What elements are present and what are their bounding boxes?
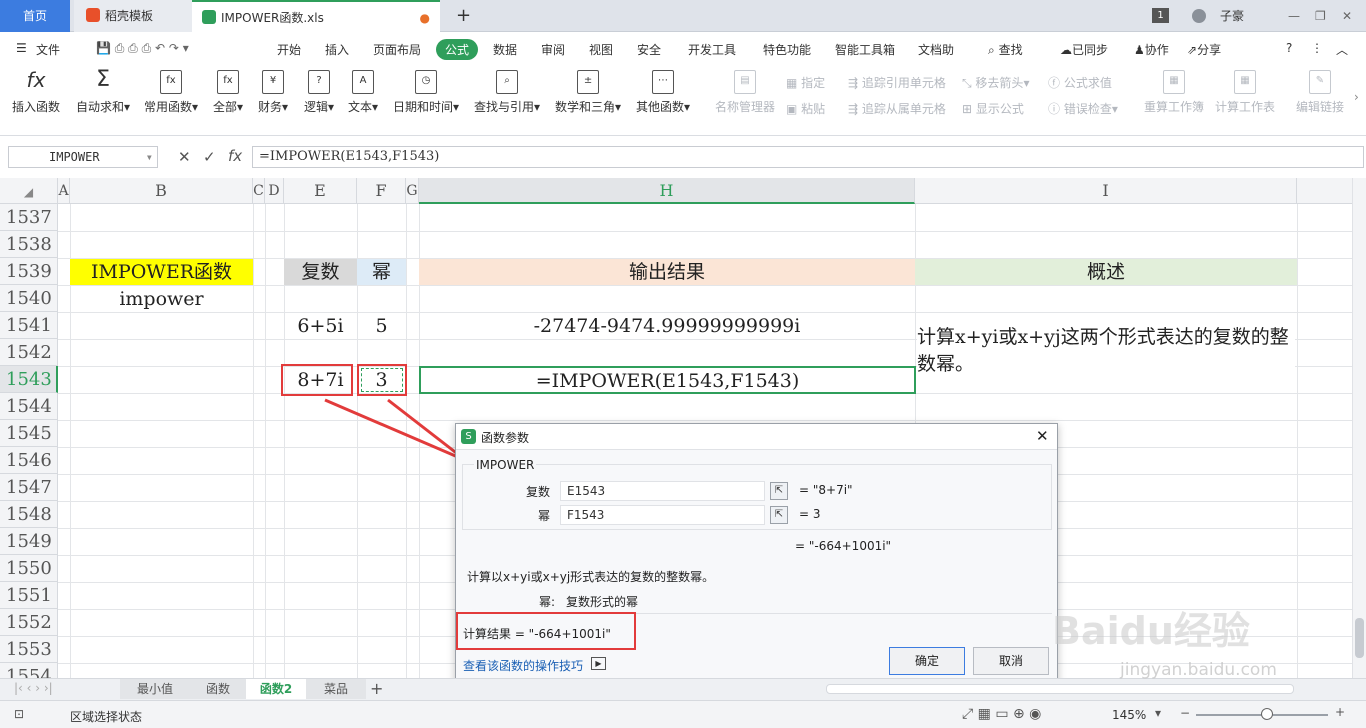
wps-logo-icon: S — [461, 429, 476, 444]
watermark-logo: Baidu经验 — [1052, 609, 1250, 653]
param-label: 幂: — [539, 595, 556, 609]
video-icon[interactable]: ▶ — [591, 657, 606, 670]
zoom-slider-handle[interactable] — [1261, 708, 1273, 720]
sheet-tab-function2[interactable]: 函数2 — [246, 679, 306, 699]
watermark-url: jingyan.baidu.com — [1120, 660, 1277, 680]
sheet-tab-min[interactable]: 最小值 — [120, 679, 190, 699]
zoom-out-icon[interactable]: ▾ — [1155, 706, 1161, 720]
sheet-tab-function[interactable]: 函数 — [190, 679, 246, 699]
arg1-label: 复数 — [526, 485, 551, 499]
add-sheet-button[interactable]: + — [370, 679, 383, 698]
ok-button[interactable]: 确定 — [889, 647, 965, 675]
close-icon[interactable]: ✕ — [1036, 427, 1049, 445]
dialog-titlebar: S 函数参数 ✕ — [456, 424, 1057, 450]
function-name-legend: IMPOWER — [474, 458, 537, 472]
formula-total-result: = "-664+1001i" — [795, 539, 892, 553]
status-layout-icon[interactable]: ⊡ — [14, 707, 24, 721]
range-select-icon[interactable]: ⇱ — [770, 506, 788, 524]
status-mode: 区域选择状态 — [70, 710, 143, 724]
status-bar: ⊡ 区域选择状态 ⤢ ▦ ▭ ⊕ ◉ 145% ▾ − + — [0, 700, 1366, 728]
zoom-level[interactable]: 145% — [1112, 708, 1146, 722]
arg1-result: = "8+7i" — [799, 483, 853, 497]
arg2-result: = 3 — [799, 507, 821, 521]
cancel-button[interactable]: 取消 — [973, 647, 1049, 675]
horizontal-scrollbar[interactable] — [826, 684, 1294, 694]
function-arguments-dialog[interactable]: S 函数参数 ✕ IMPOWER 复数 E1543 ⇱ = "8+7i" 幂 F… — [455, 423, 1058, 684]
sheet-nav-icons[interactable]: |‹ ‹ › ›| — [14, 681, 53, 695]
arg1-input[interactable]: E1543 — [560, 481, 765, 501]
range-select-icon[interactable]: ⇱ — [770, 482, 788, 500]
help-link[interactable]: 查看该函数的操作技巧 — [463, 657, 583, 674]
view-icons[interactable]: ⤢ ▦ ▭ ⊕ ◉ — [962, 706, 1041, 722]
sheet-tab-dishes[interactable]: 菜品 — [306, 679, 366, 699]
sheet-tabs-bar: |‹ ‹ › ›| 最小值 函数 函数2 菜品 + — [0, 678, 1366, 700]
param-description: 复数形式的幂 — [566, 595, 639, 609]
highlight-box-result — [456, 612, 636, 650]
arg2-label: 幂 — [538, 509, 551, 523]
function-description: 计算以x+yi或x+yj形式表达的复数的整数幂。 — [467, 570, 715, 584]
arg2-input[interactable]: F1543 — [560, 505, 765, 525]
dialog-title: 函数参数 — [481, 431, 530, 445]
zoom-plus-icon[interactable]: + — [1335, 705, 1345, 719]
zoom-minus-icon[interactable]: − — [1180, 706, 1190, 720]
